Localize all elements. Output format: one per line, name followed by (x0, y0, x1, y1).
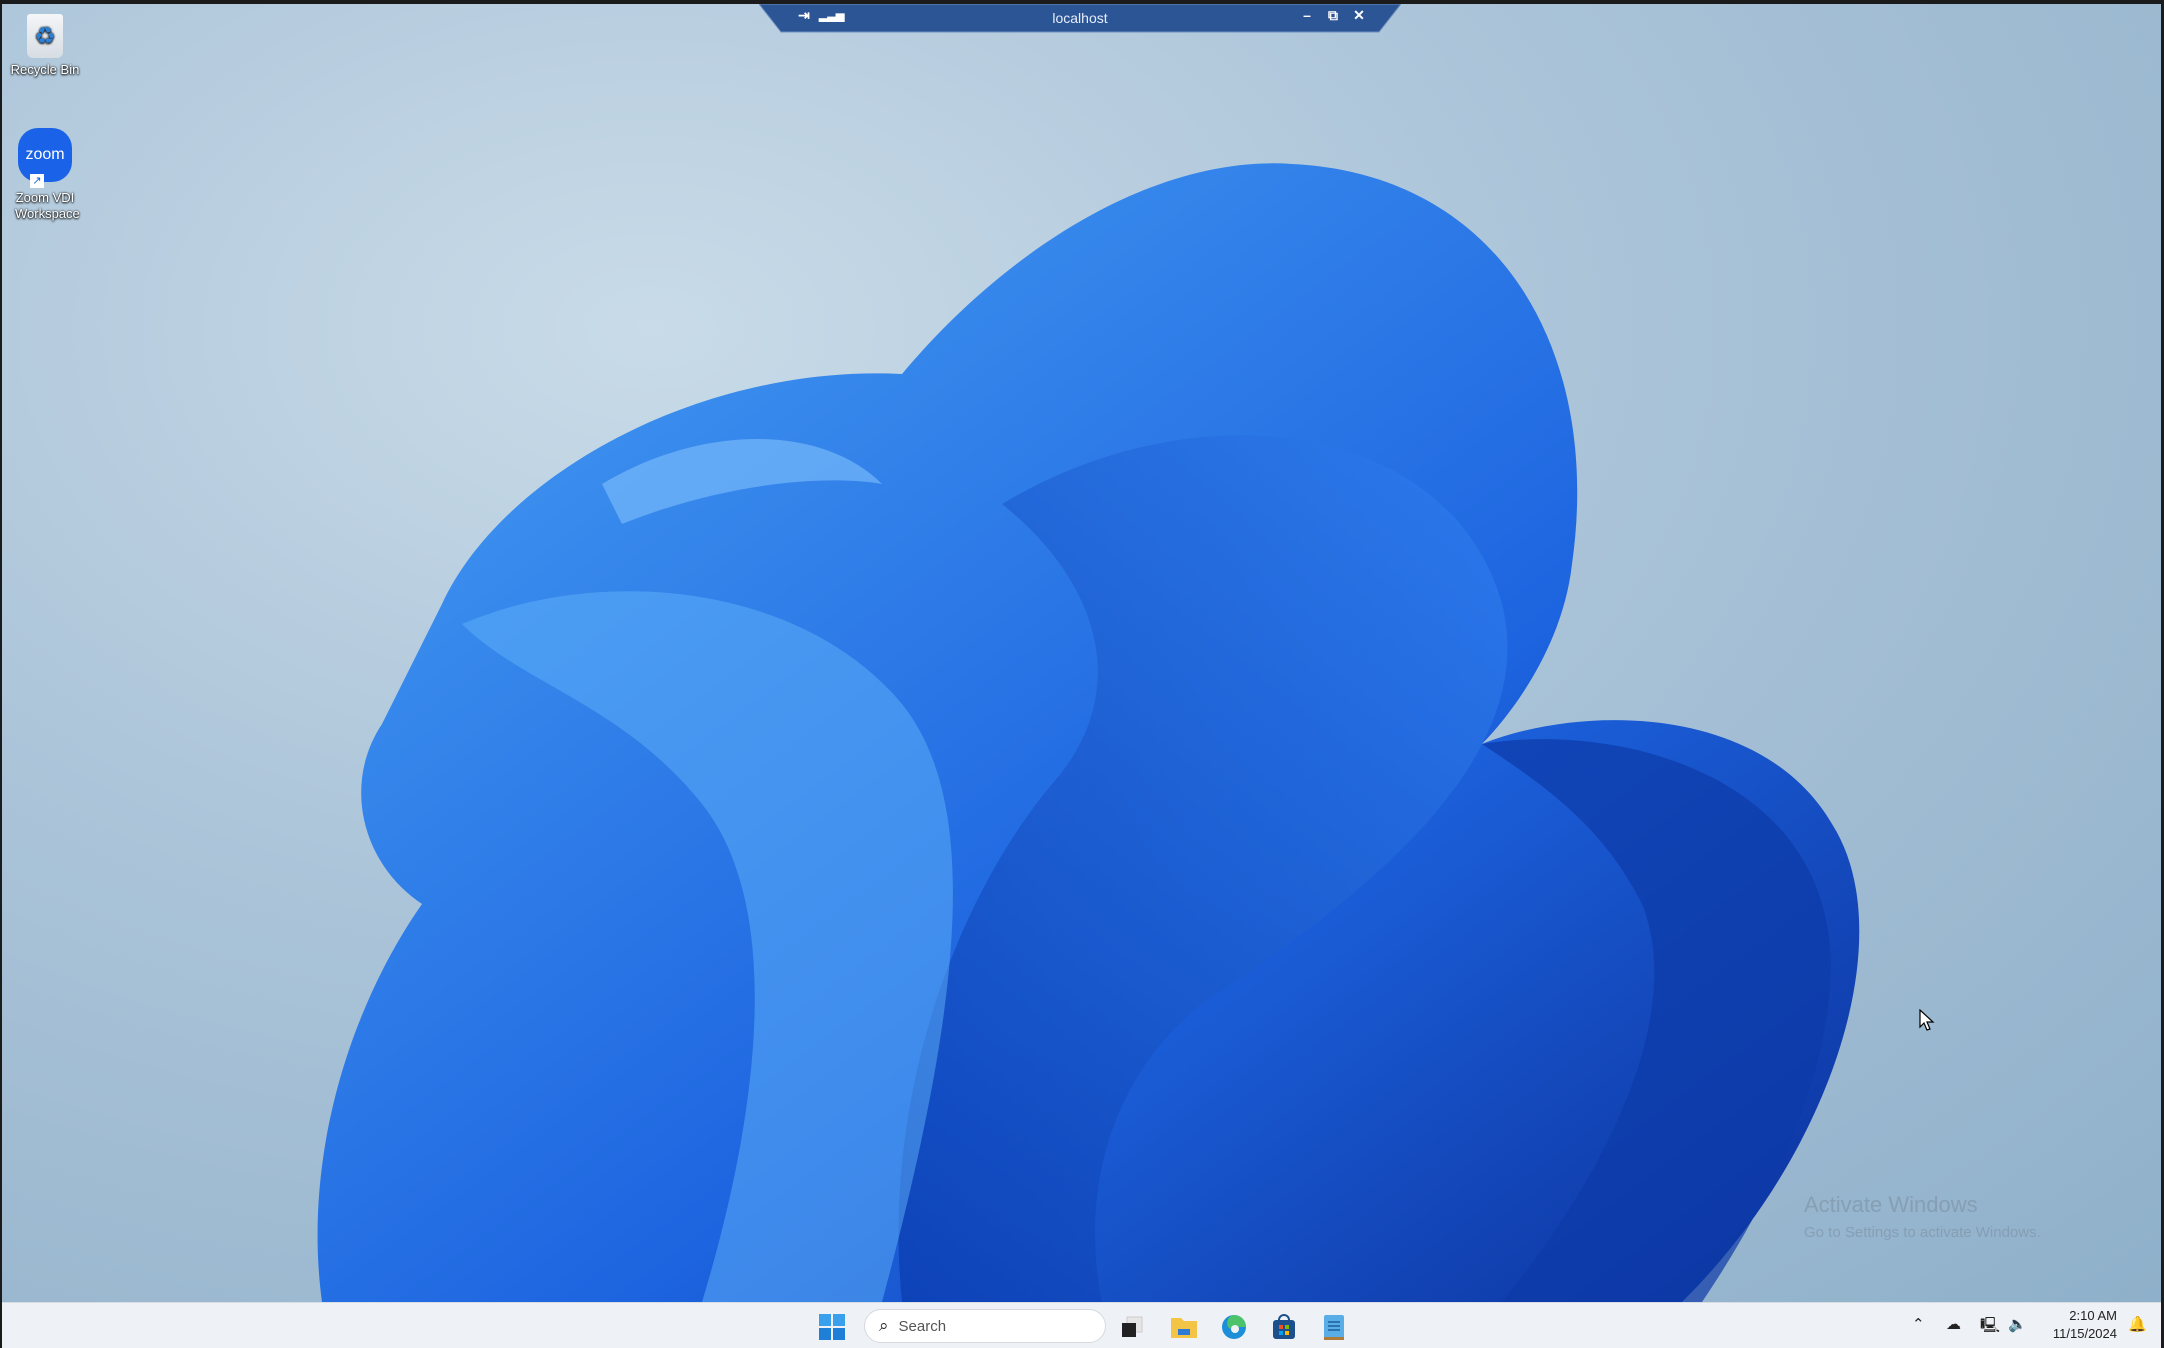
clock-time: 2:10 AM (2069, 1308, 2117, 1323)
taskbar: ⌕ Search ⌃ ☁ 🖳 🔈 2:10 AM 11/15/2024 🔔 (2, 1302, 2161, 1348)
network-icon[interactable]: 🖳 (1980, 1315, 2000, 1340)
clock[interactable]: 2:10 AM 11/15/2024 (2042, 1307, 2117, 1343)
start-button[interactable] (816, 1311, 848, 1343)
task-view-button[interactable] (1116, 1311, 1148, 1343)
search-icon: ⌕ (879, 1316, 889, 1335)
wallpaper-bloom (317, 163, 1860, 1302)
close-button[interactable]: ✕ (1349, 7, 1369, 24)
onedrive-offline-icon[interactable]: ☁ (1946, 1315, 1961, 1333)
notepad-button[interactable] (1318, 1311, 1350, 1343)
notepad-icon (1324, 1315, 1344, 1340)
clock-date: 11/15/2024 (2052, 1326, 2117, 1341)
task-view-icon (1122, 1316, 1143, 1337)
edge-button[interactable] (1218, 1311, 1250, 1343)
restore-button[interactable]: ⧉ (1323, 7, 1343, 24)
file-explorer-icon (1171, 1318, 1197, 1338)
minimize-button[interactable]: – (1297, 7, 1317, 23)
show-hidden-icons-chevron-icon[interactable]: ⌃ (1912, 1315, 1925, 1333)
desktop-icon-zoom-vdi[interactable]: zoom ↗ Zoom VDI Workspace (2, 128, 88, 222)
search-box[interactable]: ⌕ Search (864, 1309, 1106, 1343)
desktop: ♻ Recycle Bin zoom ↗ Zoom VDI Workspace … (2, 4, 2161, 1302)
edge-icon (1222, 1315, 1246, 1339)
recycle-bin-icon: ♻ (27, 14, 63, 58)
desktop-icon-label: Zoom VDI Workspace (15, 190, 80, 221)
desktop-icon-label: Recycle Bin (10, 62, 80, 77)
windows-logo-icon (819, 1314, 845, 1340)
store-icon (1273, 1314, 1295, 1339)
mouse-cursor-icon (1919, 1009, 1935, 1031)
zoom-icon: zoom ↗ (18, 128, 72, 188)
activate-windows-watermark: Activate Windows Go to Settings to activ… (1804, 1192, 2041, 1241)
store-button[interactable] (1268, 1311, 1300, 1343)
shortcut-arrow-icon: ↗ (30, 174, 44, 188)
rdp-connection-bar[interactable]: ⇥ ▂▃▅ localhost – ⧉ ✕ (759, 4, 1401, 34)
file-explorer-button[interactable] (1168, 1311, 1200, 1343)
notification-bell-icon[interactable]: 🔔 (2128, 1315, 2147, 1333)
desktop-icon-recycle-bin[interactable]: ♻ Recycle Bin (2, 14, 88, 77)
volume-icon[interactable]: 🔈 (2008, 1315, 2027, 1333)
search-placeholder: Search (898, 1317, 947, 1335)
